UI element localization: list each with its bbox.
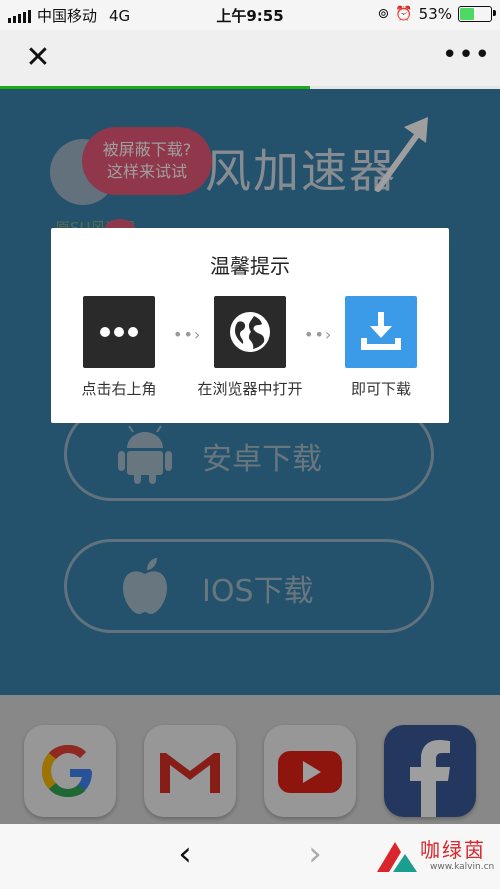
watermark-text: 咖绿茵 bbox=[420, 838, 486, 862]
step2-caption: 在浏览器中打开 bbox=[197, 380, 303, 398]
close-icon[interactable]: ✕ bbox=[18, 38, 58, 78]
download-tray-icon bbox=[345, 296, 417, 368]
status-bar: 中国移动 4G 上午9:55 ⊚ ⏰ 53% bbox=[0, 0, 500, 30]
orientation-lock-icon: ⊚ bbox=[377, 6, 390, 22]
globe-icon bbox=[214, 296, 286, 368]
modal-backdrop[interactable] bbox=[0, 89, 500, 824]
step-tap-menu: 点击右上角 bbox=[59, 296, 179, 399]
browser-bottom-bar: ‹ › 咖绿茵 www.kalvin.cn bbox=[0, 824, 500, 889]
alarm-icon: ⏰ bbox=[395, 6, 413, 22]
watermark-logo-icon bbox=[377, 842, 417, 872]
battery-percent: 53% bbox=[418, 5, 452, 23]
step3-caption: 即可下载 bbox=[350, 380, 411, 398]
step-download: 即可下载 bbox=[321, 296, 441, 399]
watermark-url: www.kalvin.cn bbox=[430, 862, 495, 872]
status-right: ⊚ ⏰ 53% bbox=[377, 5, 496, 23]
step1-caption: 点击右上角 bbox=[81, 380, 157, 398]
dialog-title: 温馨提示 bbox=[210, 254, 290, 278]
browser-nav-bar: ✕ ••• bbox=[0, 30, 500, 86]
more-icon[interactable]: ••• bbox=[442, 38, 490, 78]
watermark: 咖绿茵 www.kalvin.cn bbox=[375, 832, 500, 882]
chevron-left-icon[interactable]: ‹ bbox=[170, 834, 200, 874]
step-open-browser: 在浏览器中打开 bbox=[190, 296, 310, 399]
more-dots-icon bbox=[83, 296, 155, 368]
battery-icon bbox=[458, 6, 496, 22]
chevron-right-icon[interactable]: › bbox=[300, 834, 330, 874]
tip-dialog: 温馨提示 点击右上角 ••› 在浏览器中打开 ••› 即可下载 bbox=[51, 228, 449, 423]
